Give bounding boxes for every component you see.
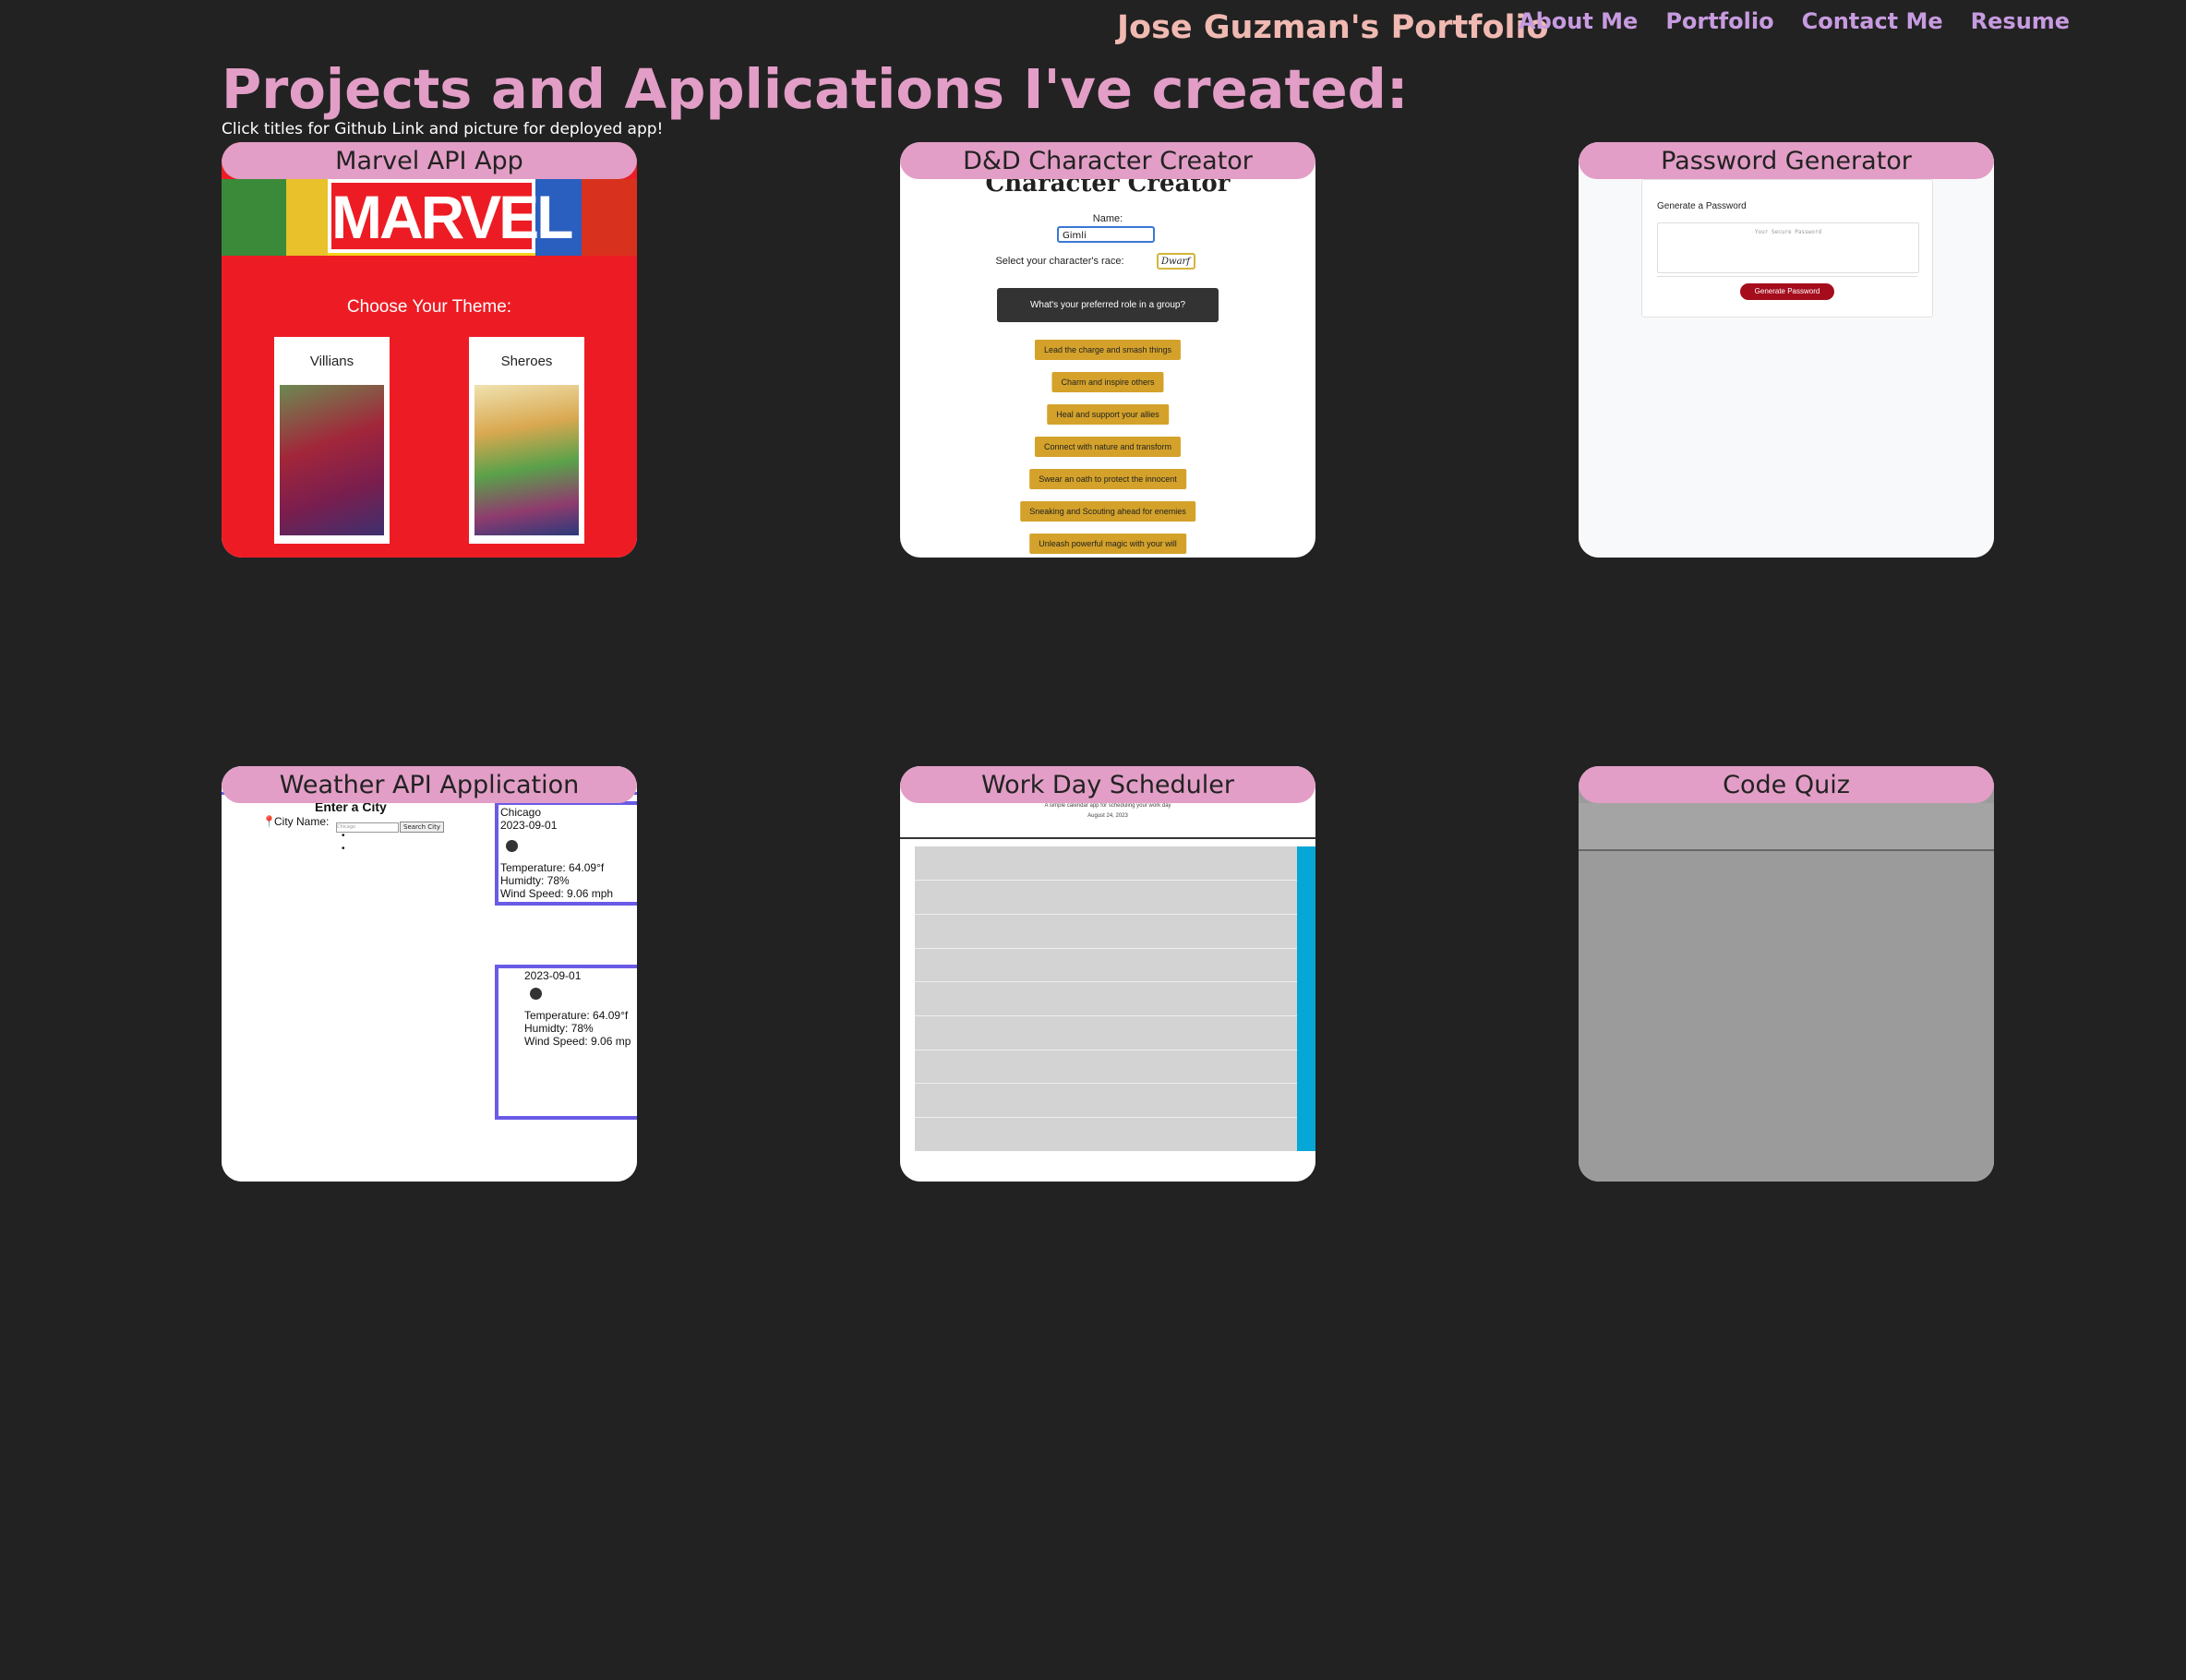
quiz-header-bar [1579, 803, 1994, 851]
current-city: Chicago [500, 806, 542, 819]
villian-image [280, 385, 384, 535]
city-name-label: City Name: [274, 815, 330, 828]
dnd-option: Sneaking and Scouting ahead for enemies [1020, 501, 1195, 522]
project-card-password: Generate a Password Your Secure Password… [1579, 142, 1994, 558]
theme-label-villians: Villians [309, 354, 354, 369]
dnd-github-link[interactable]: D&D Character Creator [900, 142, 1315, 179]
dnd-name-label: Name: [1092, 213, 1123, 224]
theme-card-villians: Villians [274, 337, 390, 544]
forecast-wind: Wind Speed: 9.06 mp [524, 1035, 631, 1048]
forecast-temperature: Temperature: 64.09°f [524, 1009, 629, 1022]
password-github-link[interactable]: Password Generator [1579, 142, 1994, 179]
current-weather-card: Chicago 2023-09-01 Temperature: 64.09°f … [495, 801, 637, 906]
history-bullet: • [342, 844, 345, 854]
dnd-option: Unleash powerful magic with your will [1029, 534, 1186, 554]
current-wind: Wind Speed: 9.06 mph [500, 887, 614, 900]
dnd-race-select: Dwarf [1157, 253, 1195, 270]
dnd-option: Connect with nature and transform [1034, 437, 1182, 457]
theme-card-sheroes: Sheroes [469, 337, 584, 544]
nav-about-me[interactable]: About Me [1519, 8, 1638, 34]
divider [900, 837, 1315, 839]
password-panel: Generate a Password Your Secure Password… [1641, 179, 1933, 318]
forecast-card: 2023-09-01 Temperature: 64.09°f Humidty:… [495, 965, 637, 1120]
weather-screenshot: Enter a City 📍 City Name: Chicago Search… [222, 766, 637, 1182]
dnd-option: Swear an oath to protect the innocent [1029, 469, 1186, 489]
nav-contact-me[interactable]: Contact Me [1802, 8, 1943, 34]
divider [1657, 276, 1917, 277]
project-card-weather: Enter a City 📍 City Name: Chicago Search… [222, 766, 637, 1182]
dnd-option: Lead the charge and smash things [1034, 340, 1182, 360]
dnd-option: Charm and inspire others [1051, 372, 1164, 392]
weather-deployed-link[interactable]: Enter a City 📍 City Name: Chicago Search… [222, 766, 637, 1182]
forecast-humidity: Humidty: 78% [524, 1022, 594, 1035]
weather-github-link[interactable]: Weather API Application [222, 766, 637, 803]
quiz-screenshot [1579, 766, 1994, 1182]
portfolio-brand[interactable]: Jose Guzman's Portfolio [1117, 9, 1549, 46]
current-date: 2023-09-01 [500, 819, 558, 832]
dnd-option: Heal and support your allies [1047, 404, 1169, 425]
scheduler-date: August 24, 2023 [1087, 813, 1128, 819]
nav-portfolio[interactable]: Portfolio [1665, 8, 1773, 34]
dnd-deployed-link[interactable]: Character Creator Name: Gimli Select you… [900, 142, 1315, 558]
scheduler-deployed-link[interactable]: A simple calendar app for scheduling you… [900, 766, 1315, 1182]
marvel-logo: MARVEL [328, 179, 573, 253]
password-placeholder: Your Secure Password [1754, 229, 1822, 235]
theme-label-sheroes: Sheroes [500, 354, 553, 369]
marvel-theme-heading: Choose Your Theme: [346, 297, 512, 317]
history-bullet: • [342, 831, 345, 841]
main-nav: About Me Portfolio Contact Me Resume [1519, 8, 2070, 34]
password-heading: Generate a Password [1657, 201, 1747, 211]
marvel-github-link[interactable]: Marvel API App [222, 142, 637, 179]
scheduler-github-link[interactable]: Work Day Scheduler [900, 766, 1315, 803]
quiz-deployed-link[interactable] [1579, 766, 1994, 1182]
password-screenshot: Generate a Password Your Secure Password… [1579, 142, 1994, 558]
hour-column [900, 846, 916, 1151]
search-city-button: Search City [400, 822, 444, 833]
project-card-marvel: MARVEL Choose Your Theme: Villians Shero… [222, 142, 637, 558]
forecast-date: 2023-09-01 [524, 969, 582, 982]
city-input: Chicago [336, 822, 399, 833]
time-block-grid [915, 846, 1297, 1151]
project-card-dnd: Character Creator Name: Gimli Select you… [900, 142, 1315, 558]
password-deployed-link[interactable]: Generate a Password Your Secure Password… [1579, 142, 1994, 558]
scheduler-tagline: A simple calendar app for scheduling you… [1044, 803, 1171, 809]
sheroes-image [474, 385, 579, 535]
project-card-code-quiz: Code Quiz [1579, 766, 1994, 1182]
dnd-race-label: Select your character's race: [995, 256, 1124, 267]
generate-password-button: Generate Password [1740, 283, 1834, 300]
current-humidity: Humidty: 78% [500, 874, 570, 887]
dnd-screenshot: Character Creator Name: Gimli Select you… [900, 142, 1315, 558]
dnd-name-input: Gimli [1057, 226, 1155, 243]
page-subtitle: Click titles for Github Link and picture… [222, 120, 664, 138]
marvel-deployed-link[interactable]: MARVEL Choose Your Theme: Villians Shero… [222, 142, 637, 558]
scheduler-screenshot: A simple calendar app for scheduling you… [900, 766, 1315, 1182]
save-button-column [1297, 846, 1315, 1151]
weather-icon [506, 840, 518, 852]
quiz-github-link[interactable]: Code Quiz [1579, 766, 1994, 803]
project-card-scheduler: A simple calendar app for scheduling you… [900, 766, 1315, 1182]
dnd-question: What's your preferred role in a group? [997, 288, 1219, 322]
current-temperature: Temperature: 64.09°f [500, 861, 605, 874]
page-title: Projects and Applications I've created: [222, 57, 1409, 121]
marvel-screenshot: MARVEL Choose Your Theme: Villians Shero… [222, 142, 637, 558]
nav-resume[interactable]: Resume [1971, 8, 2070, 34]
weather-icon [530, 988, 542, 1000]
password-textarea: Your Secure Password [1657, 222, 1919, 273]
